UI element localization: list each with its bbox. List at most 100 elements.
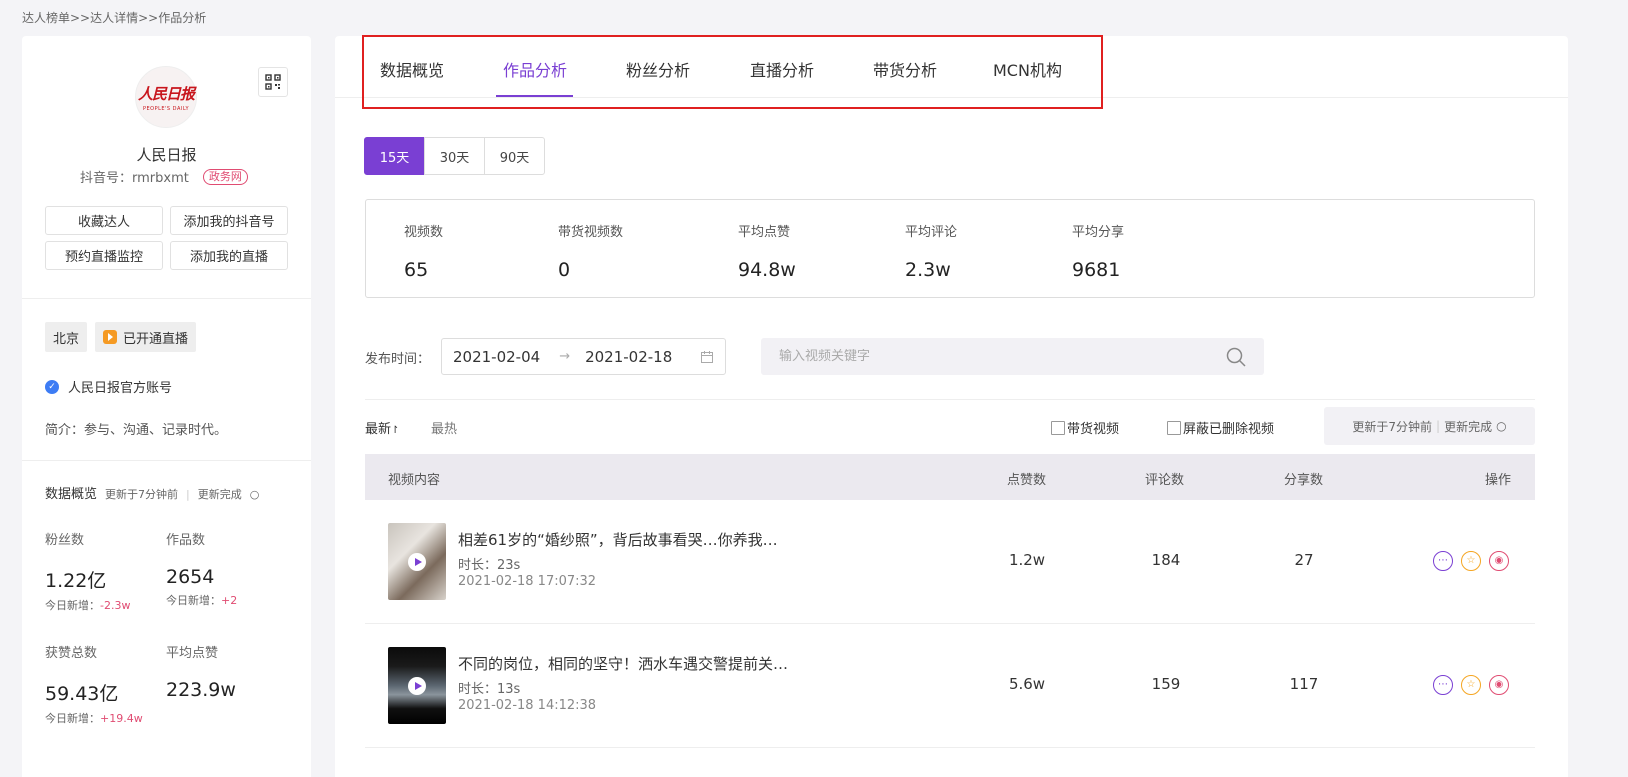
divider [365,399,1535,400]
checkbox-label: 屏蔽已删除视频 [1183,422,1275,437]
table-row: 相差61岁的“婚纱照”，背后故事看哭…你养我… 时长：23s 2021-02-1… [365,500,1535,624]
profile-intro: 简介：参与、沟通、记录时代。 [45,423,228,438]
separator: | [186,488,190,501]
play-icon[interactable] [408,677,426,695]
divider [22,460,311,461]
video-title[interactable]: 不同的岗位，相同的坚守！洒水车遇交警提前关… [458,653,788,674]
video-title[interactable]: 相差61岁的“婚纱照”，背后故事看哭…你养我… [458,529,778,550]
active-tab-indicator [496,95,573,97]
douyin-link-icon[interactable]: ◉ [1489,675,1509,695]
sort-newest[interactable]: 最新↾ [365,418,399,437]
search-icon[interactable] [1226,347,1246,367]
update-done[interactable]: 更新完成 [1444,418,1492,435]
metric-label: 视频数 [404,225,444,240]
live-tag: 已开通直播 [95,322,197,352]
video-thumbnail[interactable] [388,523,446,600]
qr-code-icon [265,74,281,90]
profile-name: 人民日报 [136,146,197,164]
col-comments[interactable]: 评论数 [1145,469,1184,488]
metrics-card: 视频数 65 带货视频数 0 平均点赞 94.8w 平均评论 2.3w 平均分享… [365,199,1535,298]
tab-works-analysis[interactable]: 作品分析 [503,57,567,81]
table-row: 不同的岗位，相同的坚守！洒水车遇交警提前关… 时长：13s 2021-02-18… [365,624,1535,748]
metric-value: 94.8w [738,259,796,281]
tab-data-overview[interactable]: 数据概览 [380,57,444,81]
publish-time-label: 发布时间： [365,352,431,367]
more-icon[interactable]: ⋯ [1433,675,1453,695]
verified-row: ✓ 人民日报官方账号 [45,377,172,396]
qr-code-button[interactable] [258,67,288,97]
refresh-icon[interactable]: ○ [1496,419,1506,433]
more-icon[interactable]: ⋯ [1433,551,1453,571]
range-selector: 15天 30天 90天 [364,137,545,175]
video-thumbnail[interactable] [388,647,446,724]
play-icon[interactable] [408,553,426,571]
collect-creator-button[interactable]: 收藏达人 [45,206,163,235]
sales-video-checkbox[interactable]: 带货视频 [1051,418,1119,437]
date-start[interactable]: 2021-02-04 [453,348,540,366]
col-video-content: 视频内容 [388,473,441,488]
date-end[interactable]: 2021-02-18 [585,348,672,366]
star-icon[interactable]: ☆ [1461,551,1481,571]
profile-actions: 收藏达人 添加我的抖音号 预约直播监控 添加我的直播 [45,206,288,270]
metric-label: 平均分享 [1072,225,1125,240]
range-30-days[interactable]: 30天 [424,137,485,175]
tab-sales-analysis[interactable]: 带货分析 [873,57,937,81]
video-date: 2021-02-18 14:12:38 [458,698,597,713]
video-duration: 时长：13s [458,682,521,697]
verified-check-icon: ✓ [45,379,59,394]
stat-label: 粉丝数 [45,533,85,548]
main-panel: 数据概览 作品分析 粉丝分析 直播分析 带货分析 MCN机构 15天 30天 9… [335,35,1568,777]
schedule-live-monitor-button[interactable]: 预约直播监控 [45,241,163,270]
metric-video-count: 视频数 65 [404,221,443,281]
stat-label: 平均点赞 [166,646,219,661]
calendar-icon[interactable] [701,351,713,363]
add-my-live-button[interactable]: 添加我的直播 [170,241,288,270]
metric-avg-likes: 平均点赞 94.8w [738,221,796,281]
update-status: 更新于7分钟前 | 更新完成 ○ [1324,407,1535,445]
checkbox-label: 带货视频 [1067,422,1120,437]
checkbox-box[interactable] [1051,420,1065,435]
video-duration: 时长：23s [458,558,521,573]
stat-increase: 今日新增：-2.3w [45,599,131,612]
add-my-douyin-button[interactable]: 添加我的抖音号 [170,206,288,235]
row-actions: ⋯ ☆ ◉ [1433,675,1509,695]
douyin-id-row: 抖音号：rmrbxmt 政务网 [80,167,248,186]
stat-value: 59.43亿 [45,683,119,705]
sort-hottest[interactable]: 最热 [431,418,457,437]
checkbox-box[interactable] [1167,420,1181,435]
shares-cell: 117 [1289,675,1319,693]
overview-status[interactable]: 更新完成 [198,486,242,502]
stat-label: 作品数 [166,533,206,548]
row-actions: ⋯ ☆ ◉ [1433,551,1509,571]
live-icon [103,330,117,344]
douyin-link-icon[interactable]: ◉ [1489,551,1509,571]
metric-value: 2.3w [905,259,951,281]
tab-fans-analysis[interactable]: 粉丝分析 [626,57,690,81]
col-shares[interactable]: 分享数 [1284,469,1323,488]
search-input[interactable] [779,349,1226,364]
metric-label: 平均点赞 [738,225,791,240]
range-90-days[interactable]: 90天 [484,137,545,175]
overview-header: 数据概览 更新于7分钟前 | 更新完成 ○ [45,483,259,502]
tab-bar: 数据概览 作品分析 粉丝分析 直播分析 带货分析 MCN机构 [335,36,1568,98]
star-icon[interactable]: ☆ [1461,675,1481,695]
metric-sales-video-count: 带货视频数 0 [558,221,623,281]
shares-cell: 27 [1294,551,1314,569]
likes-cell: 5.6w [1008,675,1046,693]
stat-total-likes: 获赞总数 59.43亿 今日新增：+19.4w [45,642,165,726]
overview-updated: 更新于7分钟前 [105,488,179,501]
profile-sidebar: 人民日报 PEOPLE'S DAILY 人民日报 抖音号：rmrbxmt 政务网… [22,36,311,777]
tab-mcn[interactable]: MCN机构 [993,57,1062,81]
refresh-icon[interactable]: ○ [250,488,260,501]
live-tag-label: 已开通直播 [123,331,189,347]
stat-value: 223.9w [166,679,236,701]
tab-live-analysis[interactable]: 直播分析 [750,57,814,81]
avatar: 人民日报 PEOPLE'S DAILY [135,66,197,128]
date-range-picker[interactable]: 2021-02-04 → 2021-02-18 [441,338,726,375]
metric-avg-shares: 平均分享 9681 [1072,221,1124,281]
breadcrumb[interactable]: 达人榜单>>达人详情>>作品分析 [22,9,206,26]
divider [22,298,311,299]
range-15-days[interactable]: 15天 [364,137,425,175]
hide-deleted-checkbox[interactable]: 屏蔽已删除视频 [1167,418,1274,437]
col-likes[interactable]: 点赞数 [1007,469,1046,488]
